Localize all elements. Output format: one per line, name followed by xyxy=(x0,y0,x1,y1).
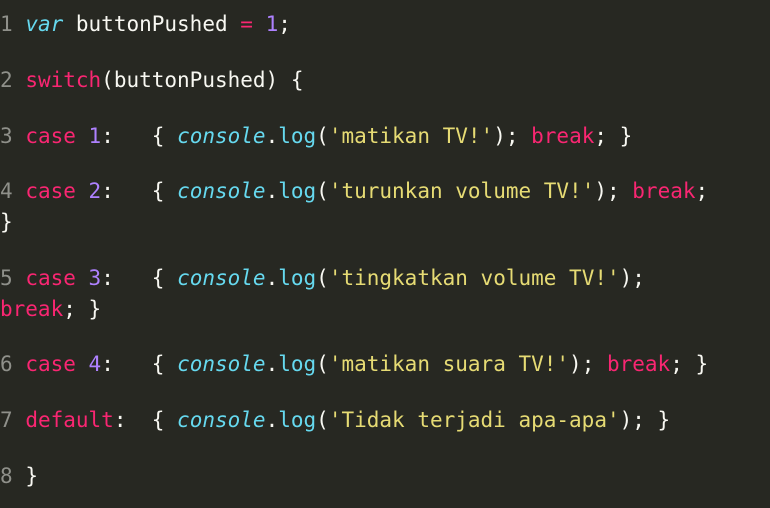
plain-token: . xyxy=(265,124,279,148)
number-token: 2 xyxy=(88,179,102,203)
plain-token: ); xyxy=(493,124,532,148)
string-token: 'matikan suara TV!' xyxy=(328,352,570,376)
plain-token: ; } xyxy=(594,124,633,148)
code-line-1[interactable]: 1 var buttonPushed = 1; xyxy=(0,9,291,39)
number-token: 3 xyxy=(88,266,102,290)
storage-token: console xyxy=(177,408,266,432)
plain-token: ( xyxy=(316,352,329,376)
code-line-3[interactable]: 3 case 1: { console.log('matikan TV!'); … xyxy=(0,121,632,151)
function-token: log xyxy=(278,179,317,203)
function-token: log xyxy=(278,408,317,432)
plain-token: ( xyxy=(316,408,329,432)
keyword-token: = xyxy=(240,12,253,36)
keyword-token: break xyxy=(531,124,595,148)
plain-token: } xyxy=(25,464,38,488)
keyword-token: break xyxy=(0,297,64,321)
function-token: log xyxy=(278,266,317,290)
keyword-token: case xyxy=(25,124,76,148)
number-token: 1 xyxy=(88,124,102,148)
code-line-4[interactable]: 4 case 2: { console.log('turunkan volume… xyxy=(0,176,708,206)
plain-token: ; } xyxy=(63,297,102,321)
code-line-4-wrap[interactable]: } xyxy=(0,207,13,237)
line-number: 7 xyxy=(0,408,13,432)
plain-token: ); xyxy=(619,266,645,290)
line-number: 2 xyxy=(0,68,13,92)
storage-token: var xyxy=(25,12,64,36)
plain-token: ); xyxy=(594,179,633,203)
code-editor[interactable]: 1 var buttonPushed = 1; 2 switch(buttonP… xyxy=(0,0,770,508)
string-token: 'Tidak terjadi apa-apa' xyxy=(328,408,620,432)
plain-token: ( xyxy=(316,179,329,203)
line-number: 8 xyxy=(0,464,13,488)
function-token: log xyxy=(278,352,317,376)
string-token: 'matikan TV!' xyxy=(328,124,494,148)
code-line-5-wrap[interactable]: break; } xyxy=(0,294,101,324)
plain-token: (buttonPushed) { xyxy=(101,68,304,92)
plain-token: . xyxy=(265,408,279,432)
code-line-6[interactable]: 6 case 4: { console.log('matikan suara T… xyxy=(0,349,708,379)
plain-token: : { xyxy=(101,352,178,376)
storage-token: console xyxy=(177,124,266,148)
storage-token: console xyxy=(177,352,266,376)
number-token: 4 xyxy=(88,352,102,376)
plain-token: : { xyxy=(113,408,178,432)
line-number: 4 xyxy=(0,179,13,203)
storage-token: console xyxy=(177,179,266,203)
plain-token: : { xyxy=(101,124,178,148)
plain-token: } xyxy=(0,210,13,234)
plain-token: . xyxy=(265,352,279,376)
keyword-token: break xyxy=(606,352,671,376)
plain-token: ( xyxy=(316,124,329,148)
plain-token: : { xyxy=(101,266,178,290)
function-token: log xyxy=(278,124,317,148)
plain-token: . xyxy=(265,266,279,290)
line-number: 6 xyxy=(0,352,13,376)
string-token: 'turunkan volume TV!' xyxy=(328,179,595,203)
plain-token: ); xyxy=(569,352,607,376)
code-line-5[interactable]: 5 case 3: { console.log('tingkatkan volu… xyxy=(0,263,645,293)
plain-token: ( xyxy=(316,266,329,290)
keyword-token: default xyxy=(25,408,114,432)
plain-token: buttonPushed xyxy=(63,12,241,36)
keyword-token: break xyxy=(632,179,696,203)
code-line-7[interactable]: 7 default: { console.log('Tidak terjadi … xyxy=(0,405,670,435)
plain-token: ; xyxy=(695,179,709,203)
code-line-8[interactable]: 8 } xyxy=(0,461,38,491)
plain-token: ; } xyxy=(670,352,709,376)
keyword-token: case xyxy=(25,179,76,203)
line-number: 5 xyxy=(0,266,13,290)
keyword-token: switch xyxy=(25,68,102,92)
keyword-token: case xyxy=(25,266,76,290)
keyword-token: case xyxy=(25,352,76,376)
number-token: 1 xyxy=(265,12,279,36)
string-token: 'tingkatkan volume TV!' xyxy=(328,266,620,290)
line-number: 1 xyxy=(0,12,13,36)
plain-token: : { xyxy=(101,179,178,203)
line-number: 3 xyxy=(0,124,13,148)
plain-token: ; xyxy=(278,12,291,36)
plain-token: . xyxy=(265,179,279,203)
code-line-2[interactable]: 2 switch(buttonPushed) { xyxy=(0,65,303,95)
plain-token: ); } xyxy=(619,408,671,432)
storage-token: console xyxy=(177,266,266,290)
